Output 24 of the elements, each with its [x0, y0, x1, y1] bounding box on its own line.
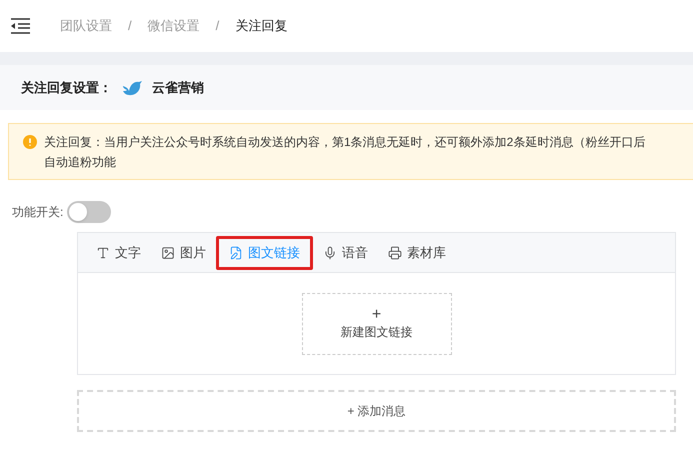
message-type-tab[interactable]: 语音 [313, 236, 378, 270]
menu-fold-icon[interactable] [11, 18, 30, 34]
new-article-link-card[interactable]: + 新建图文链接 [302, 293, 452, 355]
message-type-tab[interactable]: 文字 [86, 236, 151, 270]
add-message-button[interactable]: + 添加消息 [77, 390, 676, 432]
feature-toggle[interactable] [67, 201, 112, 223]
message-type-tab[interactable]: 图片 [151, 236, 216, 270]
plus-sign: + [372, 307, 382, 323]
tab-icon [229, 246, 243, 260]
tab-icon [161, 246, 175, 260]
settings-label: 关注回复设置： [21, 78, 112, 97]
tab-icon [388, 246, 402, 260]
tab-icon [96, 246, 110, 260]
breadcrumb-separator: / [216, 17, 220, 36]
toggle-label: 功能开关: [12, 204, 64, 221]
breadcrumb-separator: / [128, 17, 132, 36]
card-label: 新建图文链接 [340, 324, 412, 341]
alert-text: 关注回复：当用户关注公众号时系统自动发送的内容，第1条消息无延时，还可额外添加2条延时消息（粉丝开口后 [44, 134, 646, 151]
account-name: 云雀营销 [152, 78, 204, 97]
warning-icon [23, 135, 37, 149]
breadcrumb-item: 关注回复 [235, 17, 288, 36]
alert-text: 自动追粉功能 [44, 154, 117, 171]
message-type-tab[interactable]: 素材库 [378, 236, 456, 270]
tab-icon [323, 246, 337, 260]
